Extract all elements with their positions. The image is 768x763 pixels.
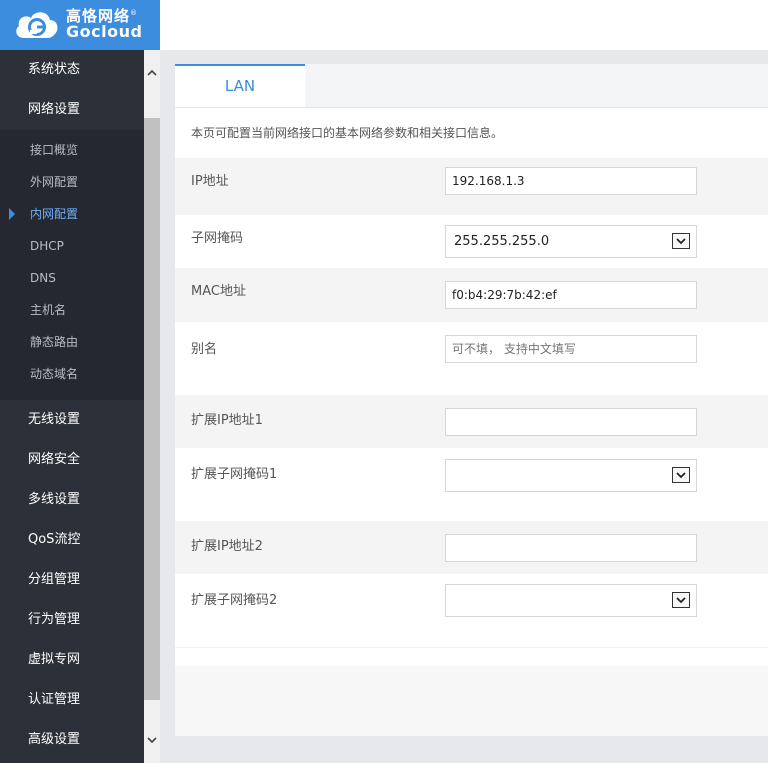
submenu-hostname[interactable]: 主机名 bbox=[0, 294, 144, 326]
alias-input[interactable] bbox=[445, 335, 697, 363]
tab-lan[interactable]: LAN bbox=[175, 64, 305, 107]
ext-ip1-label: 扩展IP地址1 bbox=[191, 413, 263, 428]
row-ext-ip1: 扩展IP地址1 bbox=[175, 395, 768, 448]
submenu-dhcp[interactable]: DHCP bbox=[0, 230, 144, 262]
menu-vpn[interactable]: 虚拟专网 bbox=[0, 640, 144, 680]
triangle-right-icon bbox=[9, 208, 15, 220]
submenu-static-route[interactable]: 静态路由 bbox=[0, 326, 144, 358]
mask-select-value: 255.255.255.0 bbox=[454, 234, 550, 249]
chevron-up-icon[interactable] bbox=[144, 62, 160, 82]
ext-ip2-input[interactable] bbox=[445, 534, 697, 562]
submenu-lan-config-label: 内网配置 bbox=[30, 207, 79, 221]
menu-system-status[interactable]: 系统状态 bbox=[0, 50, 144, 90]
network-submenu: 接口概览 外网配置 内网配置 DHCP DNS 主机名 静态路由 动态域名 bbox=[0, 130, 144, 400]
chevron-down-icon[interactable] bbox=[672, 592, 690, 608]
brand-en: Gocloud bbox=[66, 22, 143, 42]
chevron-down-icon[interactable] bbox=[144, 730, 160, 750]
menu-group[interactable]: 分组管理 bbox=[0, 560, 144, 600]
brand-logo: 高恪网络® Gocloud bbox=[0, 0, 160, 50]
scrollbar-thumb[interactable] bbox=[144, 118, 160, 700]
form-footer bbox=[175, 647, 768, 666]
submenu-interface-overview[interactable]: 接口概览 bbox=[0, 134, 144, 166]
brand-text: 高恪网络® Gocloud bbox=[66, 8, 143, 42]
menu-wireless[interactable]: 无线设置 bbox=[0, 400, 144, 440]
cloud-logo-icon bbox=[16, 12, 58, 38]
submenu-wan-config[interactable]: 外网配置 bbox=[0, 166, 144, 198]
ext-mask2-select[interactable] bbox=[445, 584, 697, 617]
ext-mask1-label: 扩展子网掩码1 bbox=[191, 467, 278, 482]
top-bar bbox=[160, 0, 768, 50]
page-description: 本页可配置当前网络接口的基本网络参数和相关接口信息。 bbox=[191, 126, 504, 140]
menu-security[interactable]: 网络安全 bbox=[0, 440, 144, 480]
menu-qos[interactable]: QoS流控 bbox=[0, 520, 144, 560]
sidebar: 系统状态 网络设置 接口概览 外网配置 内网配置 DHCP DNS 主机名 静态… bbox=[0, 50, 144, 763]
mask-label: 子网掩码 bbox=[191, 231, 244, 246]
menu-advanced[interactable]: 高级设置 bbox=[0, 720, 144, 760]
row-ext-mask1: 扩展子网掩码1 bbox=[175, 448, 768, 521]
brand-registered: ® bbox=[130, 8, 139, 17]
menu-auth[interactable]: 认证管理 bbox=[0, 680, 144, 720]
ext-mask2-label: 扩展子网掩码2 bbox=[191, 593, 278, 608]
submenu-lan-config[interactable]: 内网配置 bbox=[0, 198, 144, 230]
mac-input[interactable] bbox=[445, 281, 697, 309]
submenu-ddns[interactable]: 动态域名 bbox=[0, 358, 144, 390]
menu-behavior[interactable]: 行为管理 bbox=[0, 600, 144, 640]
mask-select[interactable]: 255.255.255.0 bbox=[445, 225, 697, 258]
ip-label: IP地址 bbox=[191, 174, 229, 189]
tab-bar: LAN bbox=[175, 64, 768, 108]
ext-ip2-label: 扩展IP地址2 bbox=[191, 539, 263, 554]
row-ip: IP地址 bbox=[175, 158, 768, 215]
menu-network-settings[interactable]: 网络设置 bbox=[0, 90, 144, 130]
ext-mask1-select[interactable] bbox=[445, 459, 697, 492]
sidebar-scrollbar[interactable] bbox=[144, 50, 160, 763]
row-mac: MAC地址 bbox=[175, 268, 768, 322]
row-mask: 子网掩码 255.255.255.0 bbox=[175, 215, 768, 268]
mac-label: MAC地址 bbox=[191, 284, 246, 299]
ip-input[interactable] bbox=[445, 167, 697, 195]
row-ext-mask2: 扩展子网掩码2 bbox=[175, 574, 768, 647]
chevron-down-icon[interactable] bbox=[672, 467, 690, 483]
lan-form: 本页可配置当前网络接口的基本网络参数和相关接口信息。 IP地址 子网掩码 255… bbox=[175, 108, 768, 666]
submenu-dns[interactable]: DNS bbox=[0, 262, 144, 294]
menu-multiline[interactable]: 多线设置 bbox=[0, 480, 144, 520]
main-panel: LAN 本页可配置当前网络接口的基本网络参数和相关接口信息。 IP地址 子网掩码… bbox=[175, 64, 768, 736]
alias-label: 别名 bbox=[191, 342, 218, 357]
row-alias: 别名 bbox=[175, 322, 768, 395]
row-ext-ip2: 扩展IP地址2 bbox=[175, 521, 768, 574]
chevron-down-icon[interactable] bbox=[672, 233, 690, 249]
ext-ip1-input[interactable] bbox=[445, 408, 697, 436]
